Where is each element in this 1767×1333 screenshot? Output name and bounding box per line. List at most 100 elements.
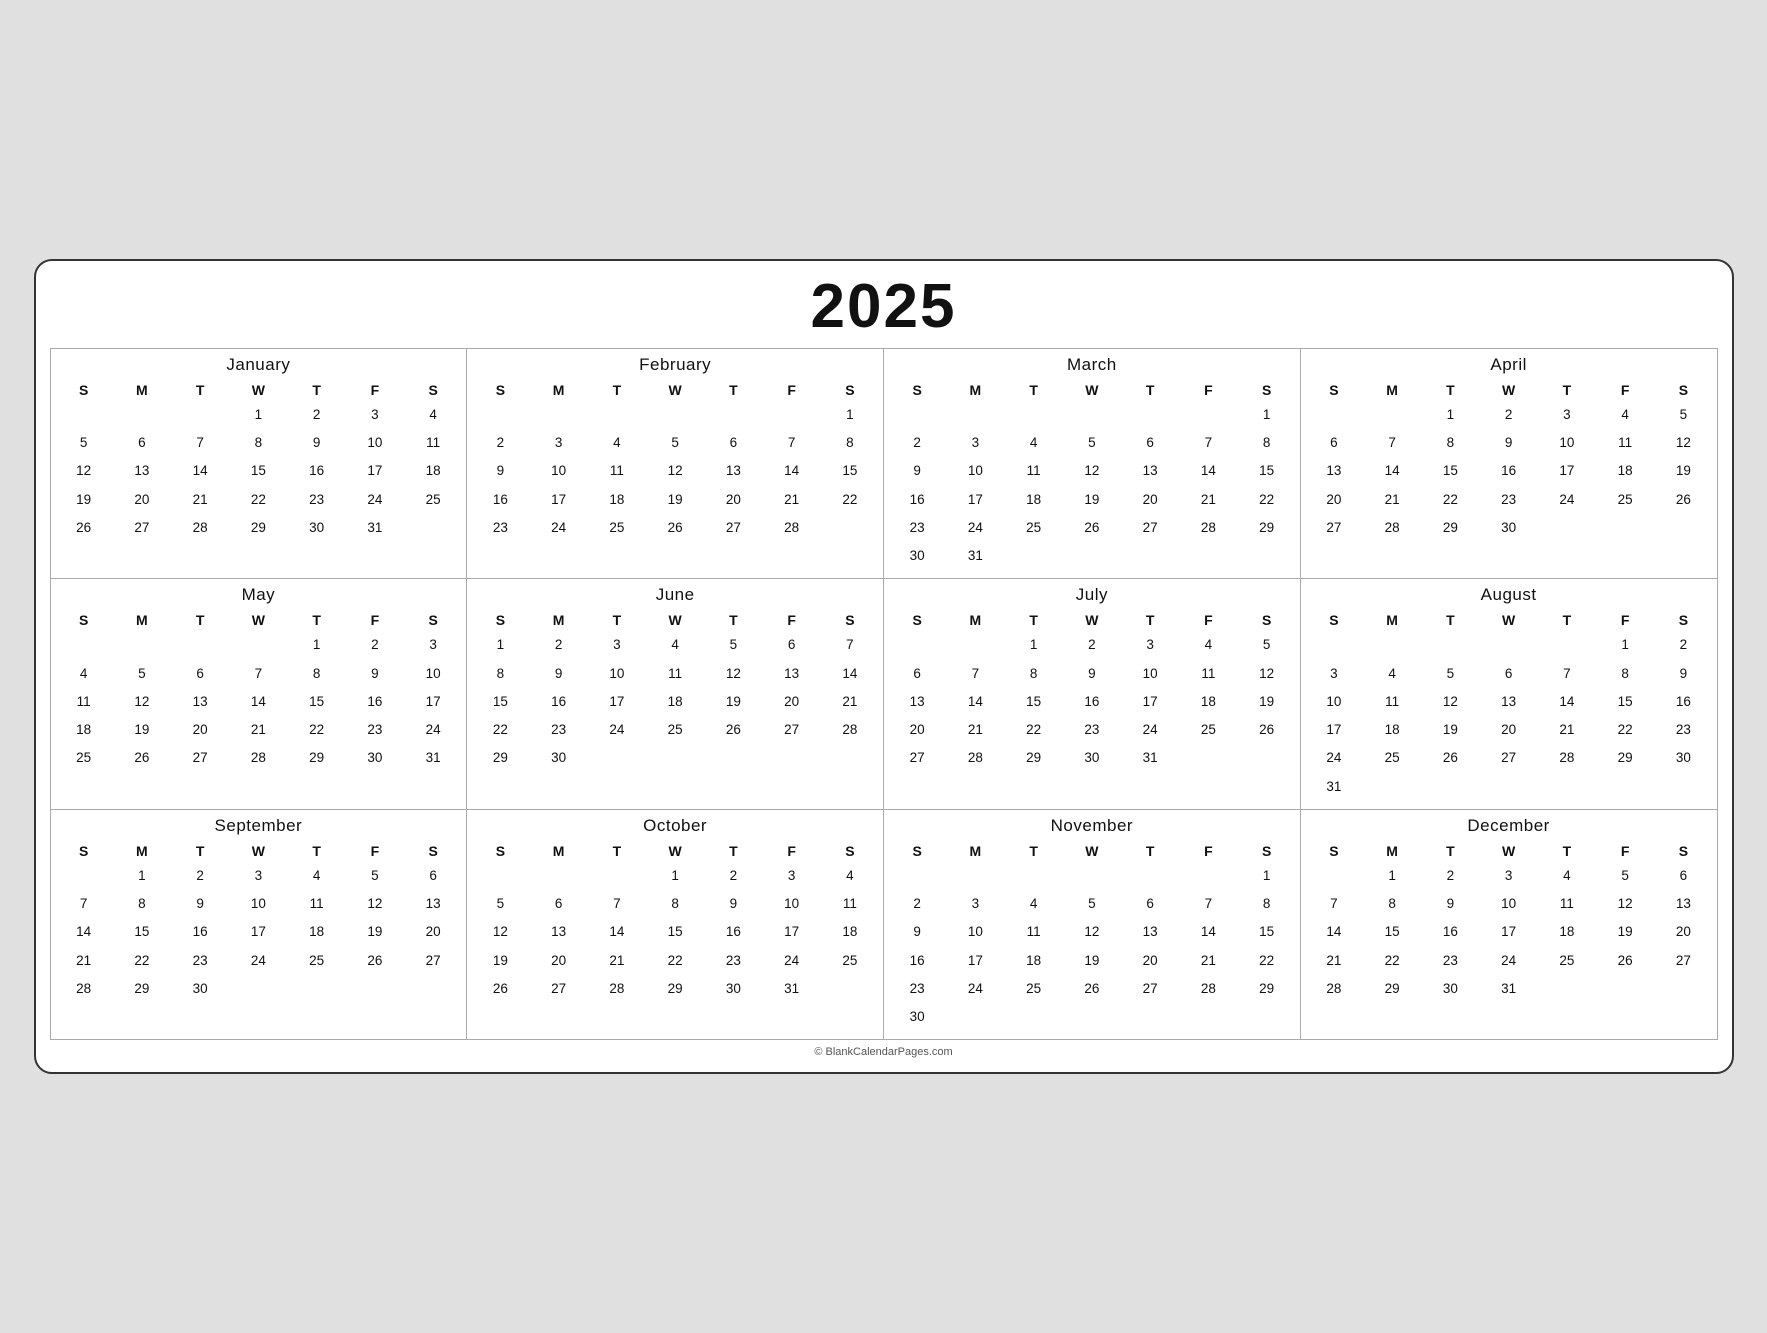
day-cell: 4 [821, 862, 879, 890]
day-cell: 14 [55, 918, 113, 946]
day-header: S [888, 379, 946, 401]
day-cell: 25 [404, 486, 462, 514]
day-cell: 4 [1005, 429, 1063, 457]
day-cell: 10 [1305, 688, 1363, 716]
day-cell: 18 [1005, 486, 1063, 514]
day-cell: 29 [229, 514, 287, 542]
day-cell: 28 [229, 744, 287, 772]
day-cell: 5 [346, 862, 404, 890]
day-cell [1121, 862, 1179, 890]
day-cell: 27 [1654, 947, 1712, 975]
day-cell [821, 514, 879, 542]
day-cell: 23 [346, 716, 404, 744]
day-cell: 13 [113, 457, 171, 485]
day-header: T [1121, 840, 1179, 862]
day-header: T [1421, 609, 1479, 631]
day-cell: 19 [471, 947, 529, 975]
day-header: S [55, 379, 113, 401]
day-cell [530, 862, 588, 890]
day-cell: 24 [229, 947, 287, 975]
day-cell: 16 [888, 486, 946, 514]
day-cell [55, 631, 113, 659]
day-cell: 6 [171, 660, 229, 688]
day-cell: 9 [1063, 660, 1121, 688]
day-cell: 17 [530, 486, 588, 514]
day-header: S [821, 609, 879, 631]
day-cell: 17 [404, 688, 462, 716]
day-cell: 22 [113, 947, 171, 975]
day-cell [404, 514, 462, 542]
day-cell [1005, 862, 1063, 890]
day-cell: 22 [1421, 486, 1479, 514]
day-cell: 10 [588, 660, 646, 688]
day-header: F [346, 609, 404, 631]
day-cell: 1 [821, 401, 879, 429]
day-cell: 24 [946, 514, 1004, 542]
day-cell: 29 [113, 975, 171, 1003]
day-cell: 29 [471, 744, 529, 772]
footer: © BlankCalendarPages.com [50, 1046, 1718, 1058]
day-cell: 25 [1005, 975, 1063, 1003]
day-cell: 29 [1005, 744, 1063, 772]
day-cell: 21 [1363, 486, 1421, 514]
day-cell: 23 [704, 947, 762, 975]
day-header: T [704, 840, 762, 862]
day-cell: 17 [946, 486, 1004, 514]
day-cell [1538, 975, 1596, 1003]
day-cell: 21 [588, 947, 646, 975]
day-cell: 4 [1179, 631, 1237, 659]
day-cell [1238, 1003, 1296, 1031]
day-cell [1063, 862, 1121, 890]
day-cell: 20 [888, 716, 946, 744]
day-cell: 3 [1480, 862, 1538, 890]
day-header: F [763, 840, 821, 862]
day-cell: 12 [1654, 429, 1712, 457]
day-cell: 25 [821, 947, 879, 975]
day-cell: 2 [471, 429, 529, 457]
day-cell: 19 [346, 918, 404, 946]
day-cell: 3 [946, 429, 1004, 457]
day-cell: 31 [404, 744, 462, 772]
day-cell: 17 [1538, 457, 1596, 485]
day-cell: 14 [171, 457, 229, 485]
day-cell: 26 [704, 716, 762, 744]
day-cell: 18 [55, 716, 113, 744]
day-cell: 16 [171, 918, 229, 946]
day-header: T [1421, 379, 1479, 401]
day-cell: 24 [1538, 486, 1596, 514]
day-cell: 9 [888, 457, 946, 485]
day-cell: 26 [1063, 514, 1121, 542]
day-cell: 29 [1238, 514, 1296, 542]
day-header: S [1238, 609, 1296, 631]
month-block-march: MarchSMTWTFS1234567891011121314151617181… [884, 349, 1301, 580]
day-cell: 21 [763, 486, 821, 514]
day-cell: 6 [1121, 429, 1179, 457]
day-cell: 30 [1480, 514, 1538, 542]
day-cell: 2 [171, 862, 229, 890]
day-cell [946, 401, 1004, 429]
day-cell: 25 [1596, 486, 1654, 514]
day-cell: 11 [821, 890, 879, 918]
day-cell: 7 [1363, 429, 1421, 457]
day-header: W [1480, 609, 1538, 631]
day-header: M [113, 609, 171, 631]
day-cell: 22 [288, 716, 346, 744]
day-cell: 30 [1421, 975, 1479, 1003]
day-cell: 6 [888, 660, 946, 688]
day-cell: 21 [229, 716, 287, 744]
day-cell: 18 [1596, 457, 1654, 485]
day-cell: 27 [1305, 514, 1363, 542]
day-cell: 22 [821, 486, 879, 514]
day-cell: 13 [704, 457, 762, 485]
day-cell: 27 [888, 744, 946, 772]
day-header: M [113, 840, 171, 862]
day-header: T [1538, 840, 1596, 862]
day-cell: 6 [113, 429, 171, 457]
day-cell: 15 [821, 457, 879, 485]
day-cell: 15 [1421, 457, 1479, 485]
day-cell: 7 [588, 890, 646, 918]
day-cell: 16 [1063, 688, 1121, 716]
day-cell: 14 [1538, 688, 1596, 716]
day-cell: 13 [888, 688, 946, 716]
day-cell: 8 [288, 660, 346, 688]
